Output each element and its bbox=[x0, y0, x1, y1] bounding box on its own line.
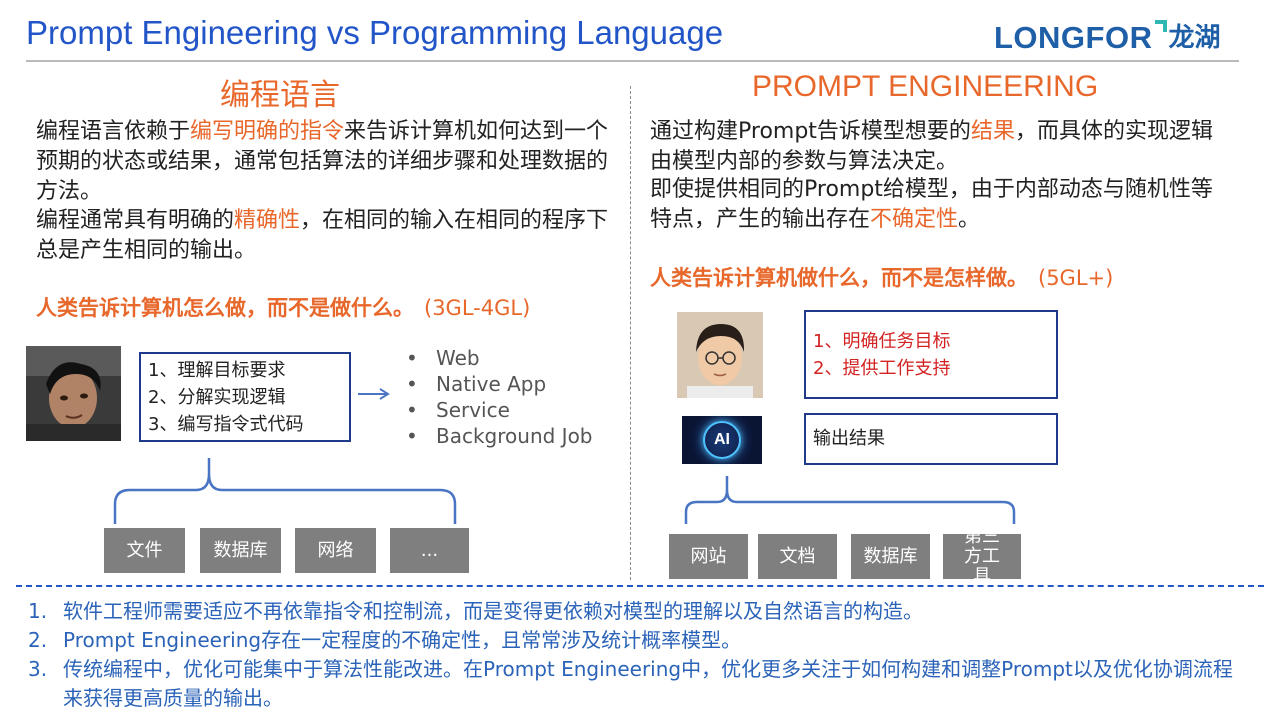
note-item: 3. 传统编程中，优化可能集中于算法性能改进。在Prompt Engineeri… bbox=[28, 655, 1248, 713]
left-brace-icon bbox=[113, 458, 457, 524]
left-p2-pre: 编程通常具有明确的 bbox=[36, 208, 235, 233]
right-heading: PROMPT ENGINEERING bbox=[752, 70, 1099, 103]
left-slogan: 人类告诉计算机怎么做，而不是做什么。 (3GL-4GL) bbox=[36, 292, 530, 322]
left-step-3: 3、编写指令式代码 bbox=[148, 414, 304, 435]
notes-list: 1. 软件工程师需要适应不再依靠指令和控制流，而是变得更依赖对模型的理解以及自然… bbox=[28, 597, 1248, 713]
title-divider bbox=[26, 60, 1239, 62]
page-title: Prompt Engineering vs Programming Langua… bbox=[26, 14, 724, 51]
note-text: 传统编程中，优化可能集中于算法性能改进。在Prompt Engineering中… bbox=[63, 657, 1233, 710]
note-text: 软件工程师需要适应不再依靠指令和控制流，而是变得更依赖对模型的理解以及自然语言的… bbox=[63, 599, 923, 623]
right-tasks-box: 1、明确任务目标 2、提供工作支持 bbox=[804, 310, 1058, 399]
right-paragraph-2: 即使提供相同的Prompt给模型，由于内部动态与随机性等特点，产生的输出存在不确… bbox=[650, 175, 1224, 235]
right-p1-highlight: 结果 bbox=[970, 119, 1015, 144]
left-level: (3GL-4GL) bbox=[424, 296, 531, 320]
left-slogan-text: 人类告诉计算机怎么做，而不是做什么。 bbox=[36, 296, 414, 320]
right-p2-post: 。 bbox=[958, 207, 981, 232]
left-resource-file: 文件 bbox=[104, 528, 185, 573]
logo-text-en: LONGFOR bbox=[994, 20, 1153, 55]
list-item: Service bbox=[406, 397, 593, 423]
list-item: Native App bbox=[406, 371, 593, 397]
right-resource-third-party: 第三方工具 bbox=[943, 526, 1021, 586]
developer-photo bbox=[26, 346, 121, 441]
left-p1-highlight: 编写明确的指令 bbox=[190, 119, 345, 144]
note-item: 2. Prompt Engineering存在一定程度的不确定性，且常常涉及统计… bbox=[28, 626, 1248, 655]
left-steps-box: 1、理解目标要求 2、分解实现逻辑 3、编写指令式代码 bbox=[139, 352, 351, 442]
note-number: 1. bbox=[28, 599, 48, 623]
left-step-2: 2、分解实现逻辑 bbox=[148, 387, 286, 408]
note-number: 2. bbox=[28, 628, 48, 652]
right-brace-icon bbox=[684, 476, 1016, 524]
right-slogan: 人类告诉计算机做什么，而不是怎样做。 (5GL+) bbox=[650, 262, 1113, 292]
left-paragraph-1: 编程语言依赖于编写明确的指令来告诉计算机如何达到一个预期的状态或结果，通常包括算… bbox=[36, 117, 620, 207]
logo-text-cn: 龙湖 bbox=[1168, 23, 1221, 53]
right-task-2: 2、提供工作支持 bbox=[813, 358, 951, 379]
column-divider bbox=[630, 86, 631, 580]
output-platform-list: Web Native App Service Background Job bbox=[406, 345, 593, 449]
left-p1-pre: 编程语言依赖于 bbox=[36, 119, 191, 144]
output-result-box: 输出结果 bbox=[804, 413, 1058, 465]
right-p2-highlight: 不确定性 bbox=[870, 207, 959, 232]
left-paragraph-2: 编程通常具有明确的精确性，在相同的输入在相同的程序下总是产生相同的输出。 bbox=[36, 206, 620, 266]
list-item: Background Job bbox=[406, 423, 593, 449]
note-item: 1. 软件工程师需要适应不再依靠指令和控制流，而是变得更依赖对模型的理解以及自然… bbox=[28, 597, 1248, 626]
right-level: (5GL+) bbox=[1038, 266, 1114, 290]
ai-chip-icon: AI bbox=[682, 416, 762, 464]
right-resource-database: 数据库 bbox=[851, 534, 930, 579]
right-paragraph-1: 通过构建Prompt告诉模型想要的结果，而具体的实现逻辑由模型内部的参数与算法决… bbox=[650, 117, 1224, 177]
right-arrow-icon bbox=[358, 388, 390, 400]
left-heading: 编程语言 bbox=[220, 78, 340, 113]
left-p2-highlight: 精确性 bbox=[234, 208, 301, 233]
list-item: Web bbox=[406, 345, 593, 371]
notes-divider bbox=[16, 585, 1264, 587]
left-resource-database: 数据库 bbox=[200, 528, 281, 573]
company-logo: LONGFOR 龙湖 bbox=[994, 20, 1221, 56]
note-number: 3. bbox=[28, 657, 48, 681]
user-photo bbox=[677, 312, 763, 398]
right-slogan-text: 人类告诉计算机做什么，而不是怎样做。 bbox=[650, 266, 1028, 290]
left-step-1: 1、理解目标要求 bbox=[148, 360, 286, 381]
right-resource-docs: 文档 bbox=[758, 534, 837, 579]
right-resource-website: 网站 bbox=[669, 534, 748, 579]
note-text: Prompt Engineering存在一定程度的不确定性，且常常涉及统计概率模… bbox=[63, 628, 742, 652]
left-resource-network: 网络 bbox=[295, 528, 376, 573]
right-task-1: 1、明确任务目标 bbox=[813, 331, 951, 352]
left-resource-more: ... bbox=[390, 528, 469, 573]
ai-label: AI bbox=[703, 421, 741, 459]
logo-mark-icon bbox=[1154, 20, 1167, 32]
right-p1-pre: 通过构建Prompt告诉模型想要的 bbox=[650, 119, 971, 144]
